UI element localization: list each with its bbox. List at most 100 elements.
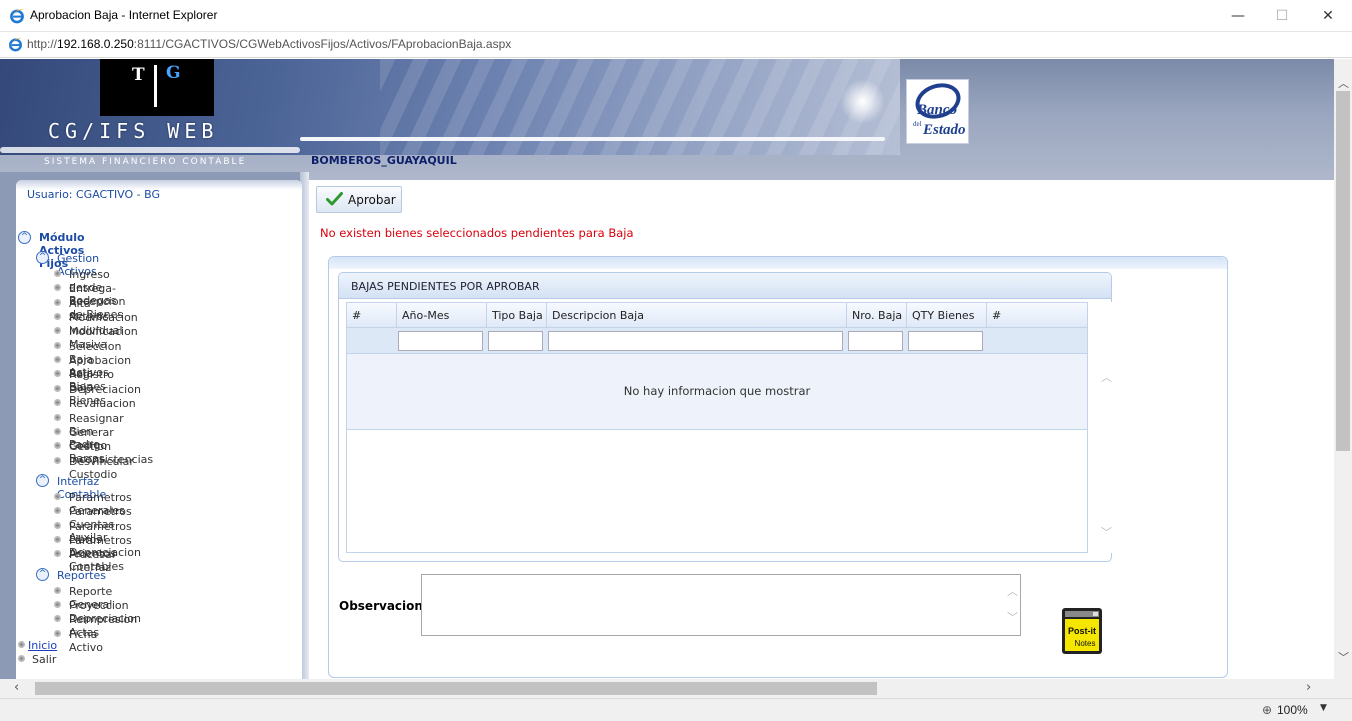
banner-swoosh [300, 137, 885, 141]
approve-button-label: Aprobar [348, 193, 396, 207]
content-panel-header [329, 257, 1227, 269]
inicio-link[interactable]: Inicio [28, 639, 57, 652]
bullet-icon [54, 492, 61, 500]
salir-link[interactable]: Salir [32, 653, 56, 666]
column-header-label: Año-Mes [402, 309, 450, 322]
empty-grid-text: No hay informacion que mostrar [623, 384, 811, 398]
chevron-right-icon[interactable]: › [1306, 680, 1311, 695]
postit-text-1: Post-it [1068, 626, 1096, 636]
page-viewport: T G CG/IFS WEB SISTEMA FINANCIERO CONTAB… [0, 59, 1334, 679]
chevron-down-icon[interactable]: ﹀ [1338, 649, 1349, 665]
collapse-icon[interactable]: ^ [36, 473, 49, 487]
filter-ano-mes[interactable] [398, 331, 483, 351]
zoom-dropdown-icon[interactable]: ▼ [1320, 703, 1327, 713]
close-button[interactable]: ✕ [1305, 0, 1351, 32]
empty-selection-message: No existen bienes seleccionados pendient… [320, 226, 634, 240]
window-titlebar: Aprobacion Baja - Internet Explorer — ☐ … [0, 0, 1352, 32]
minimize-button[interactable]: — [1215, 0, 1261, 32]
column-header-ano-mes[interactable]: Año-Mes [397, 303, 487, 328]
bullet-icon [54, 601, 61, 608]
pending-grid-box: BAJAS PENDIENTES POR APROBAR # Año-Mes T… [338, 272, 1114, 562]
banner-swoosh-left [0, 147, 300, 153]
chevron-up-icon[interactable]: ︿ [1101, 369, 1112, 385]
filter-row [347, 328, 1087, 354]
user-label: Usuario: CGACTIVO - BG [27, 188, 161, 201]
column-header-index[interactable]: # [347, 303, 397, 328]
filter-nro-baja[interactable] [848, 331, 903, 351]
organization-name: BOMBEROS_GUAYAQUIL [311, 154, 457, 167]
menu-item[interactable]: Revaluacion [69, 397, 136, 410]
approve-button[interactable]: Aprobar [316, 186, 402, 213]
filter-qty-bienes[interactable] [908, 331, 983, 351]
bank-logo-text-2: del [913, 120, 922, 128]
filter-tipo-baja[interactable] [488, 331, 543, 351]
bullet-icon [54, 413, 61, 421]
address-bar[interactable]: http://192.168.0.250:8111/CGACTIVOS/CGWe… [0, 32, 1352, 58]
column-header-label: # [992, 309, 1002, 322]
url-text[interactable]: http://192.168.0.250:8111/CGACTIVOS/CGWe… [27, 37, 511, 51]
page-ie-icon [8, 38, 23, 52]
bank-logo-text-1: Banco [917, 102, 958, 118]
url-prefix: http:// [27, 37, 58, 51]
menu-item[interactable]: Ficha Activo [69, 628, 103, 654]
grid-title-bar: BAJAS PENDIENTES POR APROBAR [339, 273, 1111, 299]
status-bar: ⊕ 100% ▼ [0, 698, 1352, 721]
app-name: CG/IFS WEB [48, 119, 219, 143]
column-header-tipo-baja[interactable]: Tipo Baja [487, 303, 547, 328]
menu-item[interactable]: Depreciacion [69, 383, 141, 396]
observacion-scrollbar[interactable]: ︿ ﹀ [1004, 575, 1020, 635]
logo-letter-t: T [132, 65, 145, 85]
column-header-qty-bienes[interactable]: QTY Bienes [907, 303, 987, 328]
collapse-icon[interactable]: ^ [36, 567, 49, 581]
bullet-icon [18, 655, 25, 662]
url-path: :8111/CGACTIVOS/CGWebActivosFijos/Activo… [133, 37, 512, 51]
header-banner: T G CG/IFS WEB SISTEMA FINANCIERO CONTAB… [0, 59, 1334, 180]
collapse-icon[interactable]: ^ [36, 251, 49, 264]
menu-group-reportes[interactable]: Reportes [57, 569, 106, 582]
filter-descripcion-baja[interactable] [548, 331, 843, 351]
chevron-down-icon[interactable]: ﹀ [1101, 524, 1112, 540]
column-header-action[interactable]: # [987, 303, 1087, 328]
horizontal-scroll-thumb[interactable] [35, 682, 877, 695]
bullet-icon [54, 313, 61, 321]
bullet-icon [54, 427, 61, 435]
bullet-icon [54, 270, 61, 277]
observacion-field[interactable] [421, 574, 1021, 636]
empty-grid-row: No hay informacion que mostrar [347, 354, 1087, 430]
chevron-up-icon[interactable]: ︿ [1338, 75, 1349, 91]
chevron-down-icon[interactable]: ﹀ [1007, 609, 1018, 625]
column-header-label: # [352, 309, 362, 322]
maximize-button[interactable]: ☐ [1259, 0, 1305, 32]
internet-explorer-icon [10, 9, 24, 24]
vertical-scroll-thumb[interactable] [1336, 91, 1350, 451]
bullet-icon [54, 521, 61, 529]
column-header-nro-baja[interactable]: Nro. Baja [847, 303, 907, 328]
bullet-icon [54, 629, 61, 637]
logo-letter-g: G [166, 63, 181, 83]
zoom-icon[interactable]: ⊕ [1262, 703, 1272, 717]
collapse-icon[interactable]: ^ [18, 231, 31, 244]
page-vertical-scrollbar[interactable]: ︿ ﹀ [1334, 59, 1352, 679]
page-horizontal-scrollbar[interactable]: ‹ › [0, 679, 1334, 698]
bullet-icon [54, 341, 61, 349]
zoom-level[interactable]: 100% [1277, 703, 1308, 717]
post-it-notes-icon[interactable]: Post-it Notes [1061, 607, 1103, 655]
bullet-icon [18, 641, 25, 648]
chevron-left-icon[interactable]: ‹ [14, 680, 19, 695]
banco-del-estado-logo: Banco del Estado [906, 77, 969, 144]
column-header-label: Nro. Baja [852, 309, 903, 322]
url-host: 192.168.0.250 [57, 37, 134, 51]
grid-scrollbar[interactable]: ︿ ﹀ [1098, 302, 1114, 553]
column-header-label: Tipo Baja [492, 309, 543, 322]
tg-logo: T G [100, 59, 214, 116]
pending-grid: # Año-Mes Tipo Baja Descripcion Baja Nro… [346, 302, 1088, 553]
check-icon [326, 192, 343, 206]
bank-logo-text-3: Estado [923, 122, 966, 138]
chevron-up-icon[interactable]: ︿ [1007, 583, 1018, 599]
scrollbar-corner [1334, 679, 1352, 698]
bullet-icon [54, 586, 61, 594]
observacion-label: Observacion: [339, 599, 428, 613]
postit-text-2: Notes [1075, 639, 1096, 648]
banner-glow [840, 79, 885, 124]
column-header-descripcion-baja[interactable]: Descripcion Baja [547, 303, 847, 328]
